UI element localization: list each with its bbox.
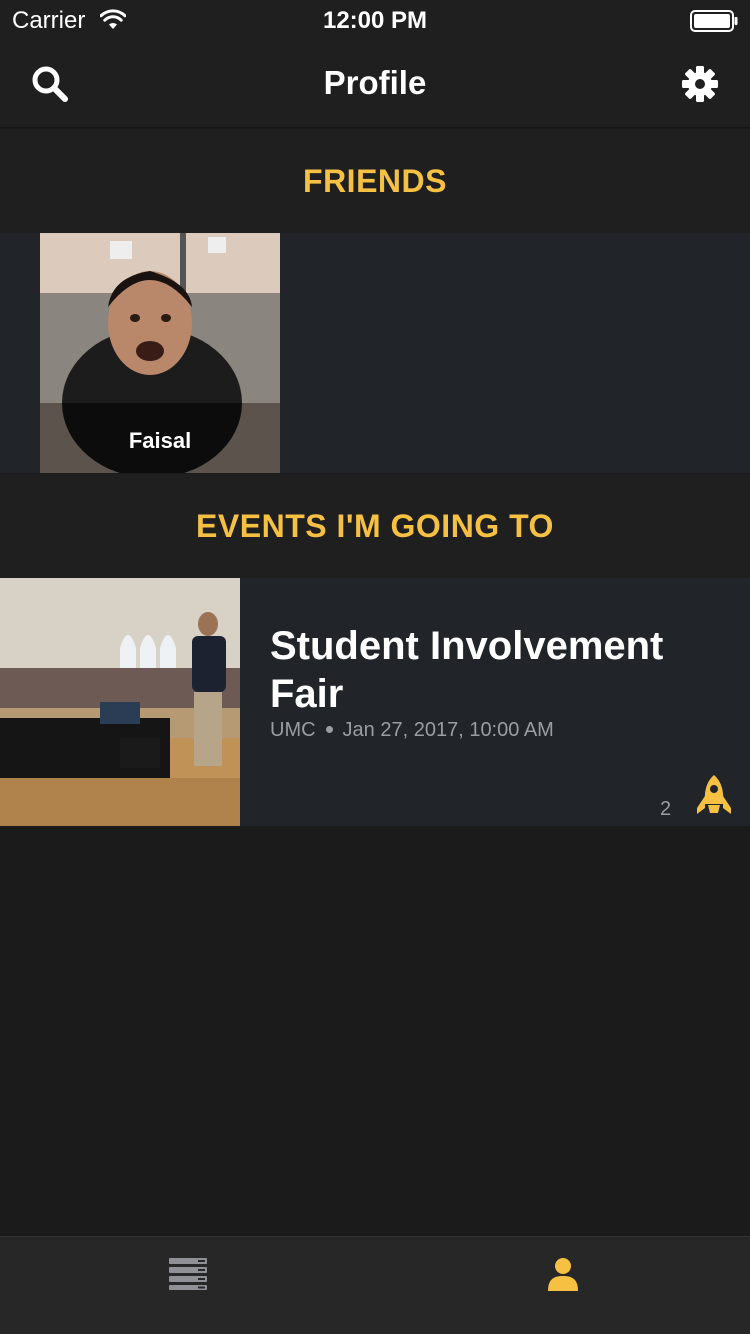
event-location: UMC [270,719,316,741]
friends-list: Faisal [0,233,750,473]
separator-dot [325,725,333,733]
event-datetime: Jan 27, 2017, 10:00 AM [342,719,554,741]
profile-screen: Carrier 12:00 PM Profile FRIENDS Faisal … [0,0,750,1334]
navigation-bar: Profile [0,40,750,128]
friend-name: Faisal [128,428,192,453]
status-bar: Carrier 12:00 PM [0,0,750,40]
profile-person-icon[interactable] [546,1257,580,1293]
friends-section-header: FRIENDS [0,129,750,233]
status-time: 12:00 PM [322,7,428,34]
event-title: Student Involvement Fair [270,624,664,716]
feed-list-icon[interactable] [168,1257,208,1291]
event-photo [0,578,240,826]
event-meta: UMC Jan 27, 2017, 10:00 AM [270,719,554,742]
friends-heading: FRIENDS [303,163,447,199]
battery-icon [690,10,738,32]
attendee-count: 2 [660,798,672,820]
tab-bar [0,1236,750,1334]
rocket-icon[interactable] [696,774,732,818]
gear-icon[interactable] [680,64,720,104]
events-heading: EVENTS I'M GOING TO [196,508,554,544]
events-section-header: EVENTS I'M GOING TO [0,474,750,578]
event-card[interactable]: Student Involvement Fair UMC Jan 27, 2017… [0,578,750,826]
page-title: Profile [323,64,427,101]
friend-card[interactable]: Faisal [40,233,280,473]
